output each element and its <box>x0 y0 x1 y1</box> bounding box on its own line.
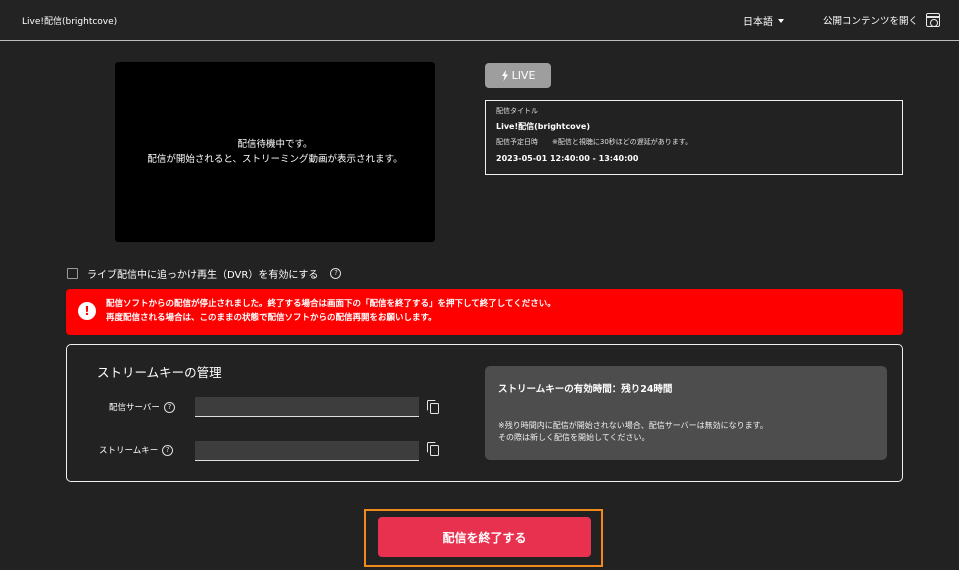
server-field-label: 配信サーバー ? <box>109 401 175 413</box>
copy-icon[interactable] <box>427 400 441 416</box>
title-label: 配信タイトル <box>496 107 538 115</box>
stream-stopped-alert: ! 配信ソフトからの配信が停止されました。終了する場合は画面下の「配信を終了する… <box>66 289 903 335</box>
open-public-content-link[interactable]: 公開コンテンツを開く <box>823 13 918 27</box>
player-status-line1: 配信待機中です。 <box>237 139 313 150</box>
schedule-row: 配信予定日時 ※配信と視聴に30秒ほどの遅延があります。 <box>496 135 892 149</box>
stream-key-title: ストリームキーの管理 <box>97 365 222 380</box>
stream-title: Live!配信(brightcove) <box>496 122 590 131</box>
stream-key-panel: ストリームキーの管理 配信サーバー ? ストリームキー ? ストリームキーの有効… <box>66 344 903 482</box>
caret-down-icon <box>778 19 784 23</box>
stream-key-input[interactable] <box>195 441 419 461</box>
key-field-label: ストリームキー ? <box>99 444 174 456</box>
expiry-note-line2: その際は新しく配信を開始してください。 <box>498 433 650 442</box>
key-label: ストリームキー <box>99 446 159 456</box>
exclamation-icon: ! <box>78 302 96 320</box>
expiry-note-line1: ※残り時間内に配信が開始されない場合、配信サーバーは無効になります。 <box>498 421 768 430</box>
expiry-title: ストリームキーの有効時間：残り24時間 <box>498 384 673 395</box>
dvr-checkbox[interactable] <box>67 267 78 279</box>
live-badge: LIVE <box>485 63 551 88</box>
help-icon[interactable]: ? <box>330 267 342 279</box>
video-player[interactable]: 配信待機中です。 配信が開始されると、ストリーミング動画が表示されます。 <box>115 62 435 242</box>
copy-icon[interactable] <box>427 442 441 458</box>
live-label: LIVE <box>511 69 536 82</box>
help-icon[interactable]: ? <box>163 401 175 413</box>
end-stream-button[interactable]: 配信を終了する <box>378 517 591 557</box>
browser-window-icon[interactable] <box>926 13 940 27</box>
dvr-option: ライブ配信中に追っかけ再生（DVR）を有効にする ? <box>67 266 342 281</box>
lightning-icon <box>501 70 508 81</box>
language-label: 日本語 <box>743 17 773 28</box>
expiry-info-box: ストリームキーの有効時間：残り24時間 ※残り時間内に配信が開始されない場合、配… <box>485 366 887 460</box>
language-selector[interactable]: 日本語 <box>743 13 784 28</box>
top-bar: Live!配信(brightcove) 日本語 公開コンテンツを開く <box>0 0 959 41</box>
server-input[interactable] <box>195 397 419 417</box>
schedule-datetime: 2023-05-01 12:40:00 - 13:40:00 <box>496 154 639 163</box>
alert-line2: 再度配信される場合は、このままの状態で配信ソフトからの配信再開をお願いします。 <box>106 313 437 323</box>
dvr-label[interactable]: ライブ配信中に追っかけ再生（DVR）を有効にする <box>87 266 318 281</box>
help-icon[interactable]: ? <box>162 444 174 456</box>
alert-line1: 配信ソフトからの配信が停止されました。終了する場合は画面下の「配信を終了する」を… <box>106 299 556 309</box>
delay-note: ※配信と視聴に30秒ほどの遅延があります。 <box>552 138 693 146</box>
expiry-note: ※残り時間内に配信が開始されない場合、配信サーバーは無効になります。 その際は新… <box>498 420 768 444</box>
app-title: Live!配信(brightcove) <box>22 17 118 27</box>
stream-info-box: 配信タイトル Live!配信(brightcove) 配信予定日時 ※配信と視聴に… <box>485 100 903 175</box>
server-label: 配信サーバー <box>109 403 160 413</box>
schedule-label: 配信予定日時 <box>496 138 538 146</box>
player-status-line2: 配信が開始されると、ストリーミング動画が表示されます。 <box>147 154 403 165</box>
